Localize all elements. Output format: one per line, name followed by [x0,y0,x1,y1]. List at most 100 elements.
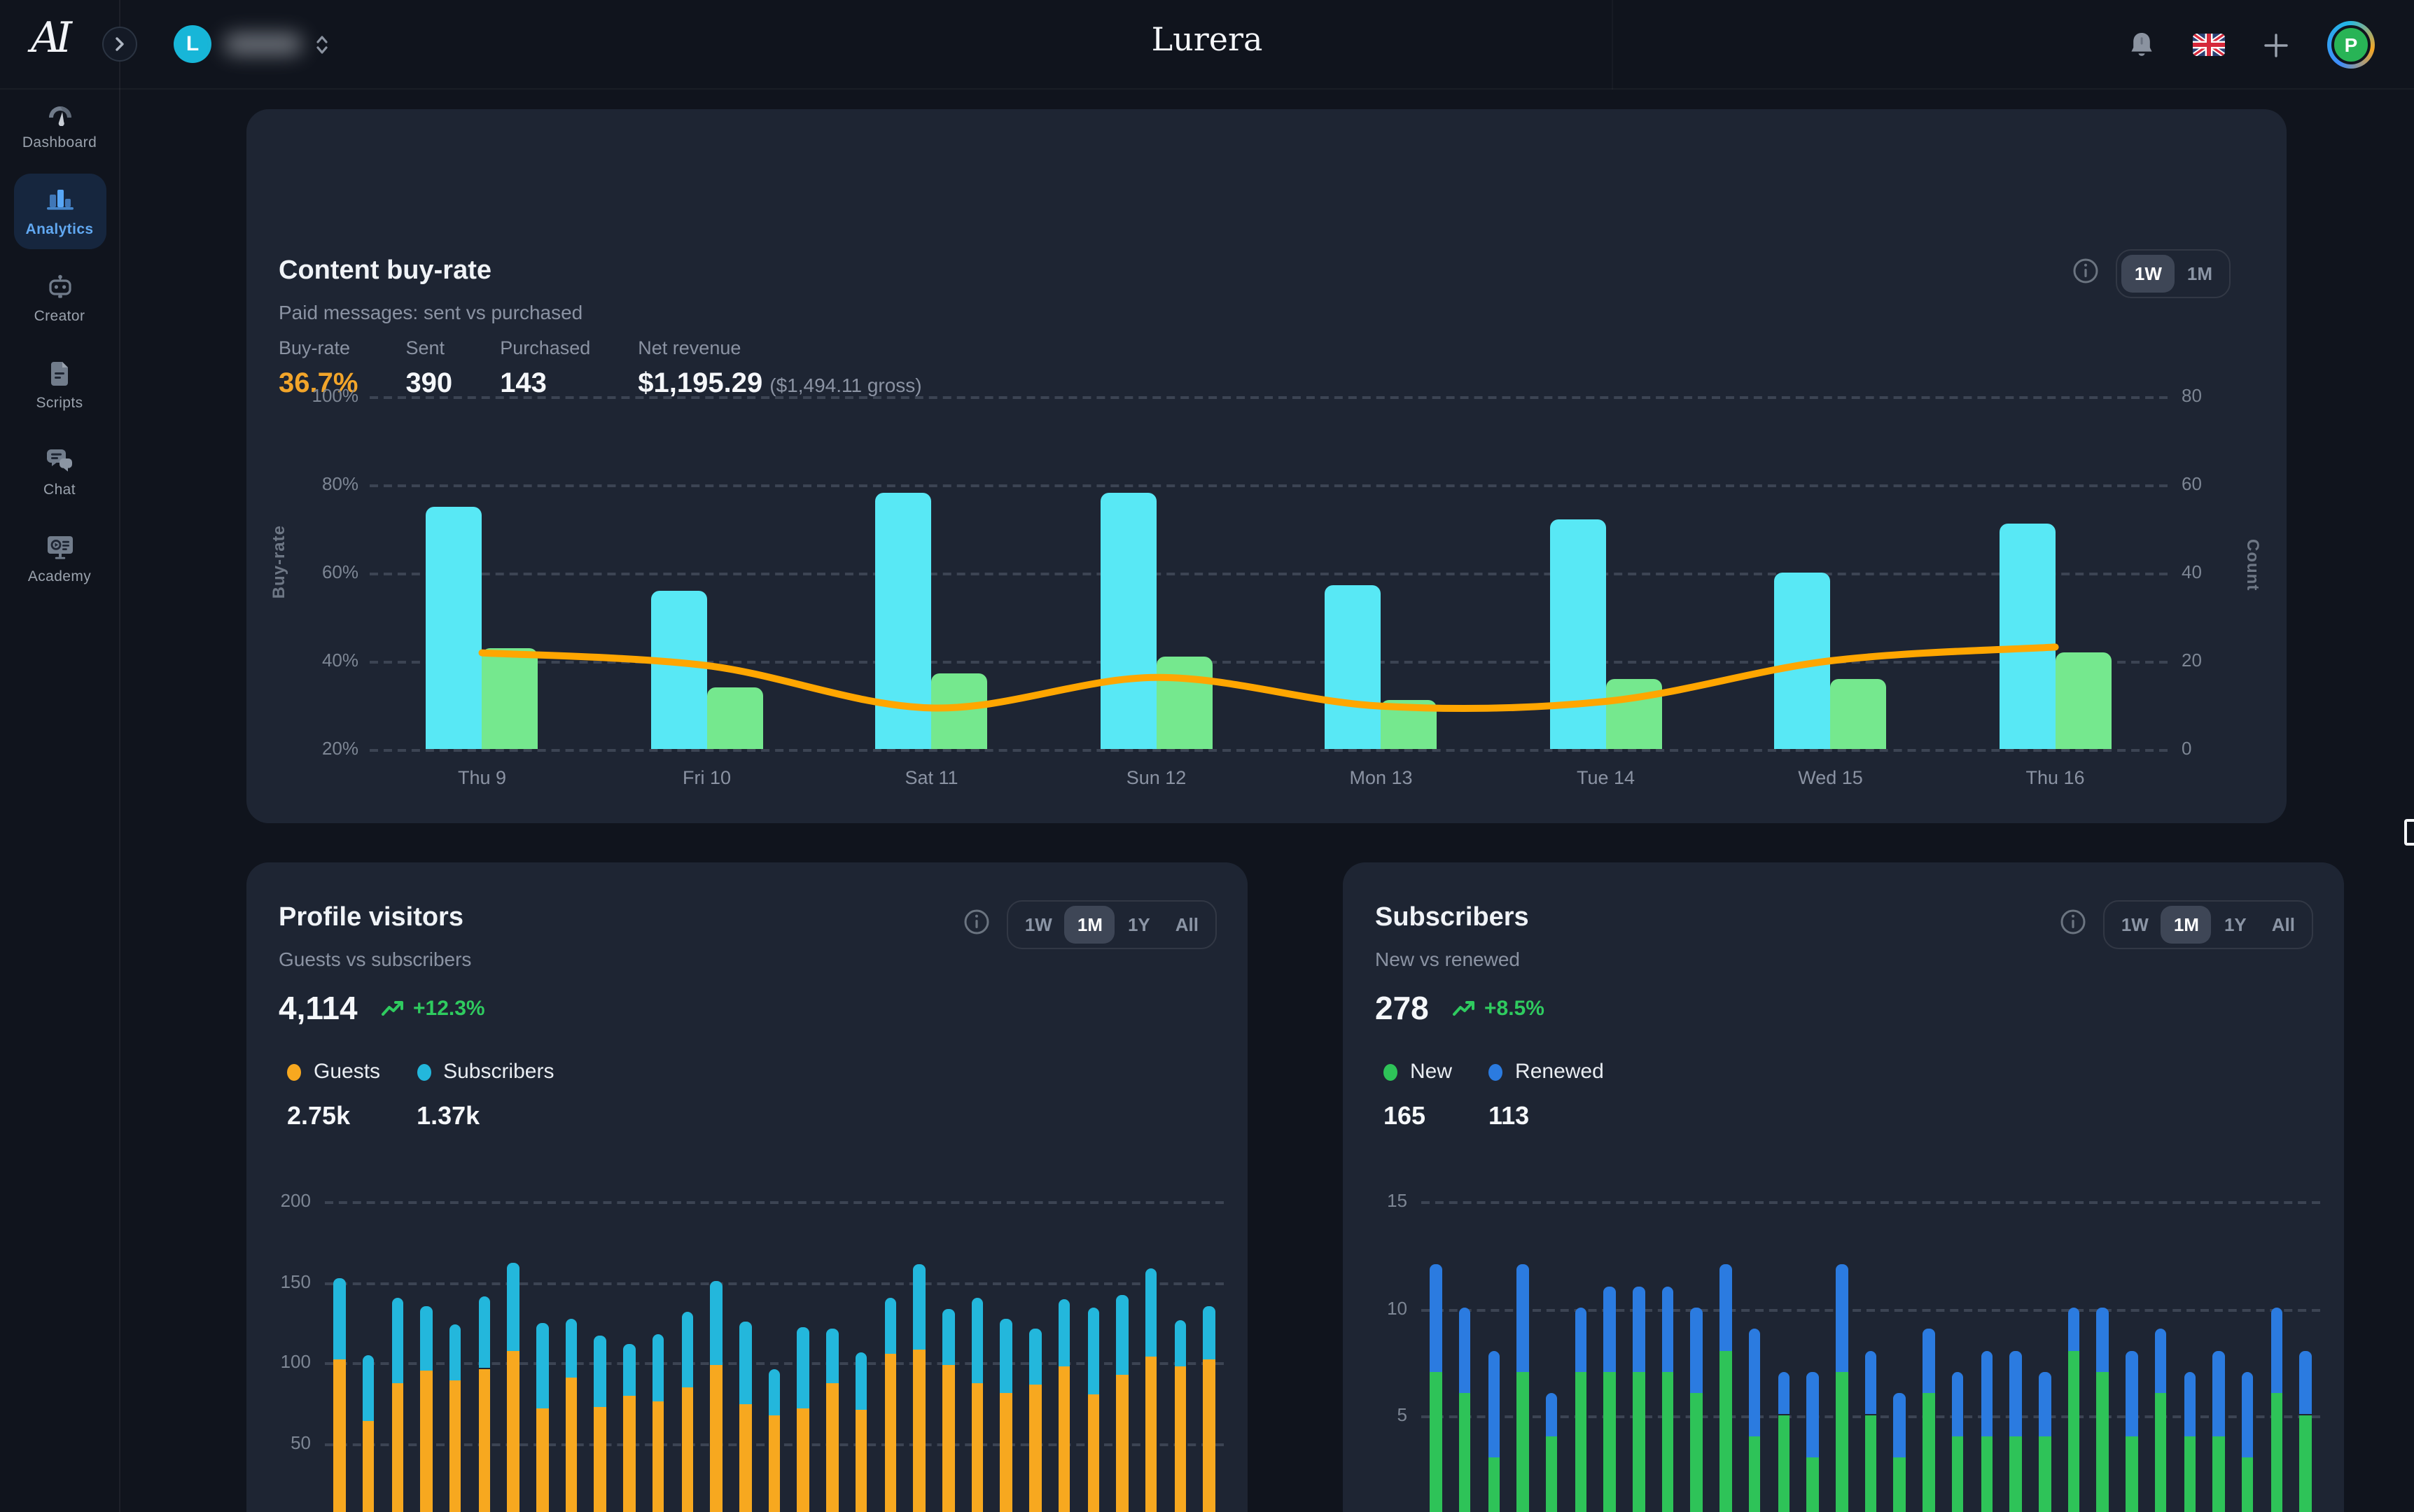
guests-bar-segment [623,1396,635,1512]
topbar: AI Lurera L [0,0,2414,90]
visitors-chart: 20015010050 [246,862,1248,1512]
notifications-button[interactable] [2128,30,2155,59]
subscribers-bar-segment [623,1344,635,1396]
subscribers-bar-segment [391,1298,403,1383]
new-bar-segment [1952,1436,1964,1512]
purchased-bar [707,687,763,749]
y-axis-tick: 5 [1357,1404,1407,1425]
new-bar-segment [1459,1393,1471,1512]
language-button[interactable] [2193,34,2225,56]
left-axis-tick: 80% [297,473,358,494]
guests-bar-segment [391,1383,403,1512]
sidebar-item-analytics[interactable]: Analytics [13,174,106,249]
guests-bar-segment [1000,1393,1012,1512]
y-axis-tick: 100 [260,1351,311,1372]
subscribers-bar-segment [1087,1308,1099,1394]
gridline [370,749,2168,752]
subscribers-bar-segment [449,1325,461,1380]
profile-avatar: P [2331,25,2371,64]
subscribers-bar-segment [536,1324,548,1409]
renewed-bar-segment [2010,1350,2022,1436]
y-axis-tick: 15 [1357,1190,1407,1211]
sidebar-item-label: Chat [43,482,76,498]
gridline [370,484,2168,487]
guests-bar-segment [1145,1357,1157,1512]
buy-rate-line [246,109,2287,823]
sidebar-item-academy[interactable]: Academy [13,521,106,596]
new-bar-segment [1807,1457,1819,1512]
text-cursor [2404,819,2414,846]
sidebar-collapse-button[interactable] [102,27,137,62]
right-axis-tick: 80 [2182,385,2238,406]
new-bar-segment [1778,1415,1789,1512]
sidebar-item-chat[interactable]: Chat [13,434,106,510]
content-buy-rate-card: Content buy-rate Paid messages: sent vs … [246,109,2287,823]
account-selector[interactable]: L [174,25,329,63]
guests-bar-segment [420,1370,432,1512]
new-bar-segment [1662,1372,1674,1512]
renewed-bar-segment [1633,1286,1645,1371]
renewed-bar-segment [1836,1265,1848,1372]
new-bar-segment [1923,1393,1934,1512]
add-button[interactable] [2263,31,2289,58]
guests-bar-segment [1117,1375,1129,1512]
guests-bar-segment [971,1383,983,1512]
right-axis-tick: 0 [2182,738,2238,759]
sidebar-item-dashboard[interactable]: Dashboard [13,90,106,162]
subscribers-bar-segment [942,1309,954,1366]
gauge-icon [46,104,74,126]
subscribers-bar-segment [914,1264,926,1349]
y-axis-tick: 10 [1357,1297,1407,1318]
gridline [370,573,2168,575]
subscribers-bar-segment [711,1282,723,1366]
renewed-bar-segment [1575,1308,1586,1372]
profile-menu-button[interactable]: P [2327,21,2375,69]
bell-icon [2128,30,2155,59]
guests-bar-segment [449,1380,461,1512]
subscribers-bar-segment [681,1312,693,1387]
renewed-bar-segment [1516,1265,1528,1372]
x-axis-label: Mon 13 [1311,767,1451,788]
guests-bar-segment [797,1409,809,1512]
x-axis-label: Sat 11 [862,767,1002,788]
renewed-bar-segment [1923,1329,1934,1394]
renewed-bar-segment [2184,1372,2196,1436]
sidebar-item-label: Analytics [26,221,94,238]
profile-visitors-card: Profile visitors Guests vs subscribers 4… [246,862,1248,1512]
renewed-bar-segment [1430,1265,1442,1372]
sidebar-item-label: Dashboard [22,134,97,151]
purchased-bar [932,674,988,749]
renewed-bar-segment [1691,1308,1703,1393]
x-axis-label: Sun 12 [1087,767,1227,788]
sidebar-item-scripts[interactable]: Scripts [13,347,106,423]
new-bar-segment [1516,1372,1528,1512]
renewed-bar-segment [1865,1350,1877,1415]
gridline [1421,1308,2320,1311]
sidebar-item-creator[interactable]: Creator [13,260,106,336]
sidebar-divider [119,0,120,1512]
right-axis-tick: 20 [2182,650,2238,671]
y-axis-tick: 200 [260,1190,311,1211]
guests-bar-segment [508,1351,519,1512]
sent-bar [876,493,932,749]
new-bar-segment [2213,1436,2225,1512]
guests-bar-segment [884,1354,896,1512]
sidebar-item-label: Academy [28,568,91,585]
purchased-bar [1606,678,1662,749]
guests-bar-segment [1174,1367,1186,1512]
sent-bar [2000,524,2056,749]
subscribers-bar-segment [1203,1306,1215,1359]
new-bar-segment [1981,1436,1993,1512]
gridline [325,1282,1224,1284]
renewed-bar-segment [2097,1308,2109,1372]
new-bar-segment [1719,1350,1731,1512]
guests-bar-segment [681,1388,693,1512]
renewed-bar-segment [1719,1265,1731,1350]
renewed-bar-segment [2300,1350,2312,1415]
new-bar-segment [1546,1436,1558,1512]
guests-bar-segment [478,1368,490,1512]
gridline [370,396,2168,399]
new-bar-segment [2097,1372,2109,1512]
new-bar-segment [1430,1372,1442,1512]
renewed-bar-segment [1778,1372,1789,1415]
